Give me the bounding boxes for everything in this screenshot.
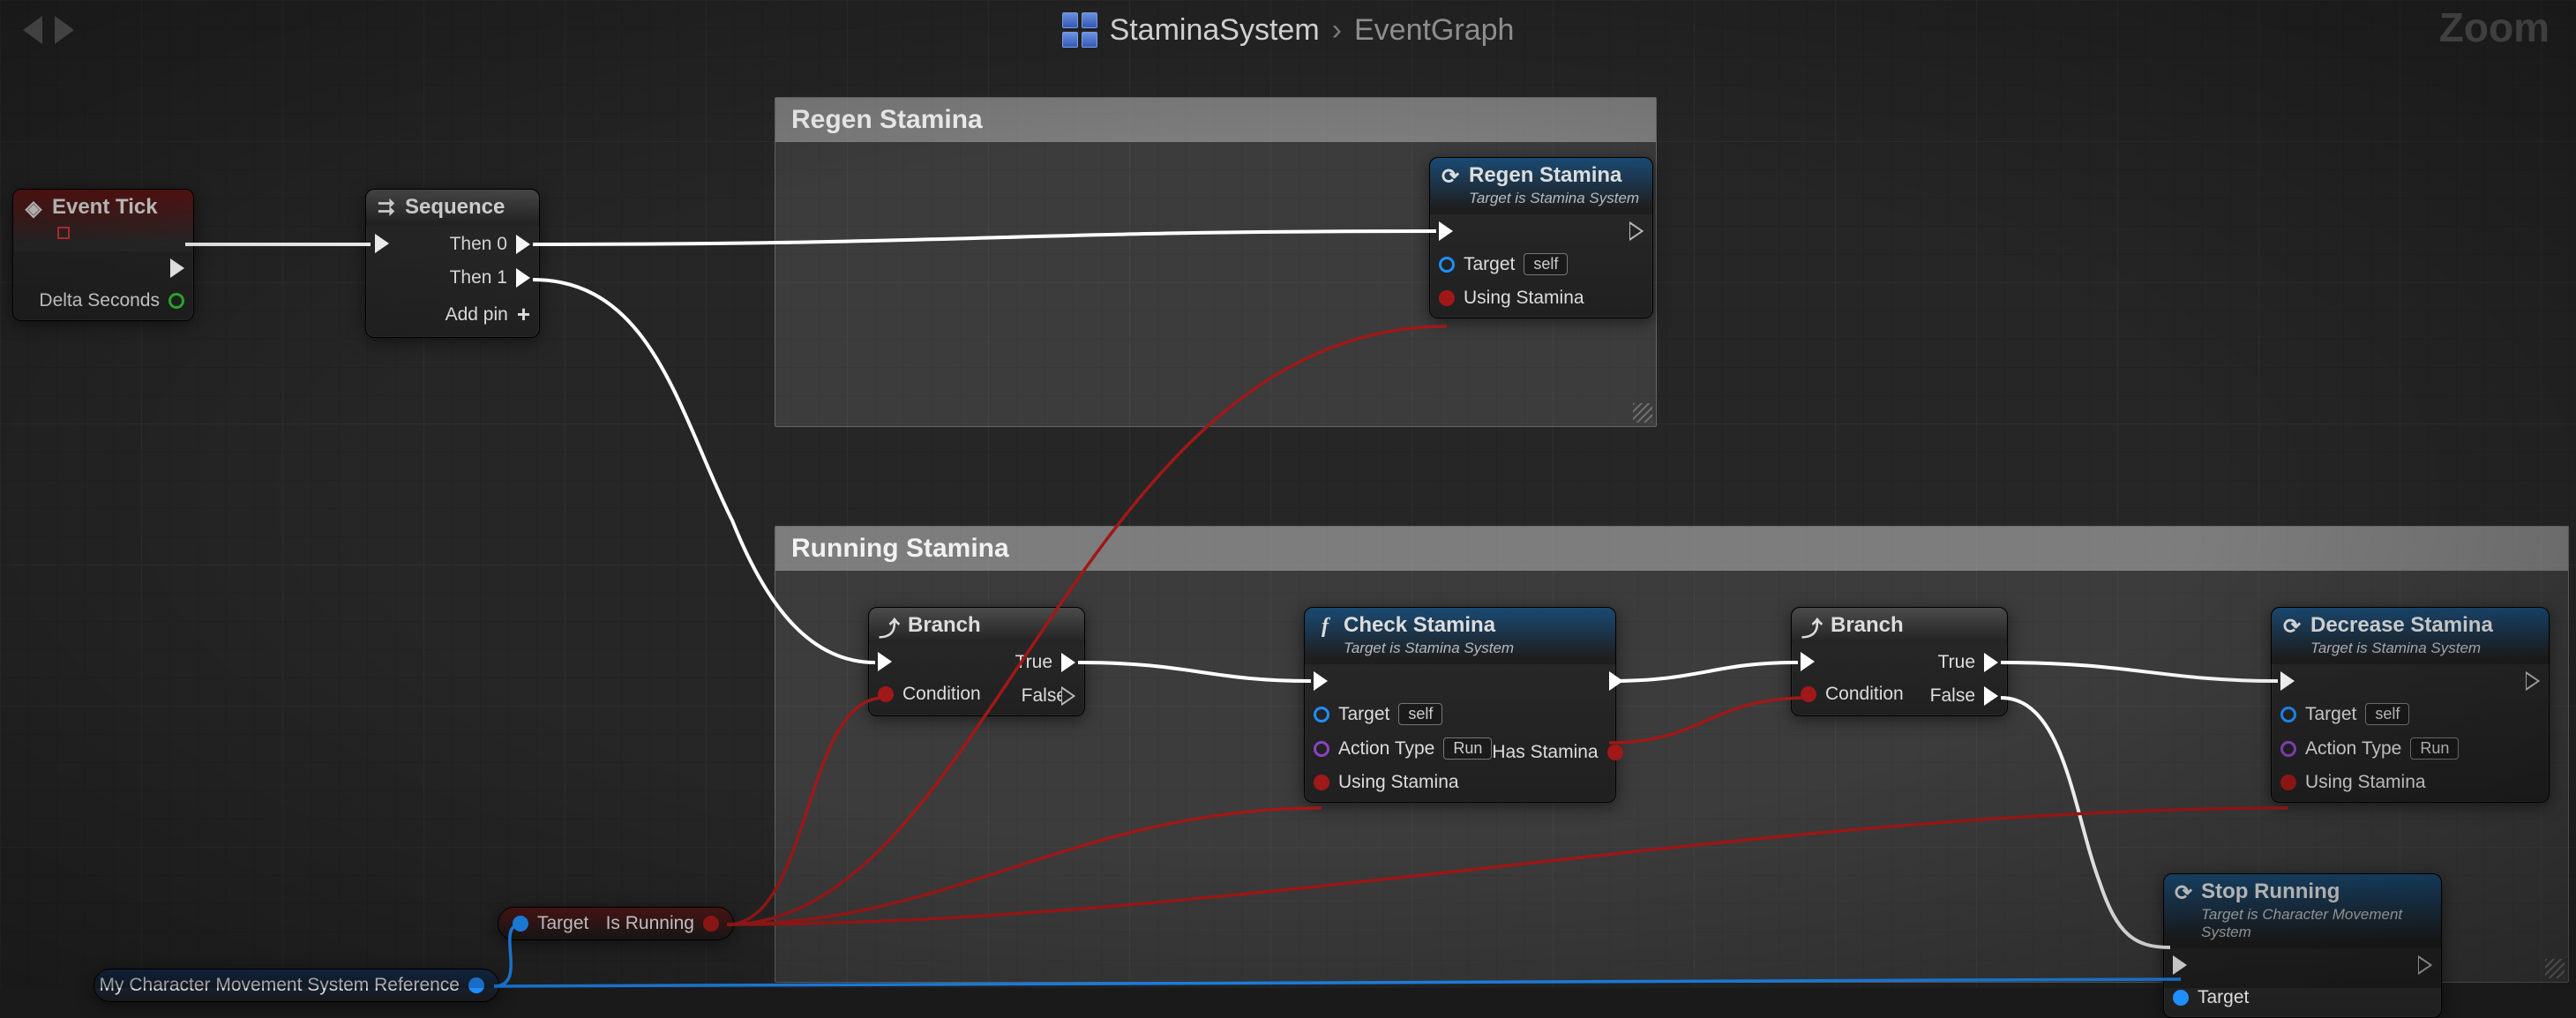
- input-pin-action-type[interactable]: Action TypeRun: [1314, 737, 1492, 760]
- input-pin-target[interactable]: Targetself: [1314, 703, 1442, 725]
- latent-icon: ⟳: [2282, 617, 2302, 636]
- output-pin-delta-seconds[interactable]: Delta Seconds: [39, 290, 184, 311]
- input-pin-target[interactable]: Targetself: [2280, 703, 2409, 725]
- function-icon: f: [1315, 617, 1335, 636]
- input-pin-condition[interactable]: Condition: [878, 684, 981, 705]
- input-pin-using-stamina[interactable]: Using Stamina: [2280, 772, 2426, 793]
- exec-in-pin[interactable]: [2280, 671, 2295, 691]
- node-regen-stamina[interactable]: ⟳ Regen Stamina Target is Stamina System…: [1429, 157, 1653, 318]
- node-stop-running[interactable]: ⟳ Stop Running Target is Character Movem…: [2163, 873, 2442, 1018]
- node-movement-ref-getter[interactable]: My Character Movement System Reference: [94, 969, 499, 1002]
- comment-title[interactable]: Running Stamina: [775, 527, 2568, 571]
- zoom-label: Zoom: [2439, 4, 2550, 51]
- output-pin-false[interactable]: False: [1022, 685, 1075, 707]
- node-branch-1[interactable]: ⤴ Branch Condition True False: [868, 607, 1085, 716]
- input-pin-using-stamina[interactable]: Using Stamina: [1439, 288, 1584, 309]
- latent-icon: ⟳: [1441, 167, 1460, 186]
- node-decrease-stamina[interactable]: ⟳ Decrease Stamina Target is Stamina Sys…: [2271, 607, 2550, 803]
- node-title: Branch: [908, 613, 981, 638]
- output-pin-true[interactable]: True: [1938, 652, 1998, 673]
- node-branch-2[interactable]: ⤴ Branch Condition True False: [1791, 607, 2008, 716]
- output-pin-then0[interactable]: Then 0: [450, 234, 530, 255]
- event-icon: ◈: [24, 198, 43, 218]
- input-pin-target[interactable]: Target: [2173, 987, 2249, 1008]
- breadcrumb: StaminaSystem › EventGraph: [0, 12, 2576, 48]
- input-pin-using-stamina[interactable]: Using Stamina: [1314, 772, 1459, 793]
- exec-in-pin[interactable]: [1439, 221, 1453, 241]
- comment-title[interactable]: Regen Stamina: [775, 98, 1656, 142]
- exec-in-pin[interactable]: [1314, 671, 1328, 691]
- node-title: Stop Running: [2201, 880, 2340, 903]
- exec-in-pin[interactable]: [375, 234, 389, 253]
- resize-grip-icon[interactable]: [2545, 959, 2565, 978]
- node-check-stamina[interactable]: f Check Stamina Target is Stamina System…: [1304, 607, 1616, 803]
- exec-in-pin[interactable]: [1801, 652, 1815, 671]
- node-subtitle: Target is Character Movement System: [2201, 906, 2429, 941]
- exec-in-pin[interactable]: [2173, 955, 2187, 975]
- output-pin-false[interactable]: False: [1930, 685, 1998, 707]
- branch-icon: ⤴: [1802, 617, 1822, 636]
- chevron-right-icon: ›: [1332, 13, 1342, 48]
- output-pin-has-stamina[interactable]: Has Stamina: [1492, 742, 1622, 763]
- node-title: Branch: [1831, 613, 1904, 638]
- exec-out-pin[interactable]: [1609, 671, 1623, 691]
- output-pin-then1[interactable]: Then 1: [450, 267, 530, 288]
- node-title: Check Stamina: [1344, 613, 1495, 637]
- blueprint-icon: [1062, 12, 1097, 48]
- node-is-running-getter[interactable]: Target Is Running: [498, 907, 734, 940]
- node-title: Event Tick: [52, 195, 158, 219]
- plus-icon: +: [517, 301, 530, 328]
- node-subtitle: Target is Stamina System: [1469, 190, 1639, 207]
- node-title: Decrease Stamina: [2310, 613, 2493, 637]
- node-sequence[interactable]: ⮆ Sequence Then 0 Then 1 Add pin+: [365, 189, 540, 338]
- sequence-icon: ⮆: [377, 198, 396, 218]
- breadcrumb-asset[interactable]: StaminaSystem: [1110, 13, 1320, 48]
- output-pin-true[interactable]: True: [1015, 652, 1075, 673]
- output-pin-is-running[interactable]: Is Running: [606, 913, 719, 934]
- replication-icon: [57, 227, 70, 239]
- latent-icon: ⟳: [2175, 883, 2192, 902]
- node-title: Regen Stamina: [1469, 163, 1621, 187]
- branch-icon: ⤴: [880, 617, 899, 636]
- node-title: Sequence: [405, 195, 505, 220]
- input-pin-target[interactable]: Target: [513, 913, 588, 934]
- breadcrumb-graph[interactable]: EventGraph: [1354, 13, 1514, 48]
- node-subtitle: Target is Stamina System: [1344, 640, 1514, 657]
- add-pin-button[interactable]: Add pin+: [446, 301, 530, 328]
- exec-out-pin[interactable]: [170, 258, 184, 278]
- output-pin-movement-ref[interactable]: My Character Movement System Reference: [100, 975, 484, 996]
- resize-grip-icon[interactable]: [1633, 403, 1652, 423]
- input-pin-target[interactable]: Targetself: [1439, 253, 1568, 275]
- exec-in-pin[interactable]: [878, 652, 892, 671]
- node-event-tick[interactable]: ◈ Event Tick Delta Seconds: [12, 189, 194, 321]
- input-pin-action-type[interactable]: Action TypeRun: [2280, 737, 2459, 760]
- node-subtitle: Target is Stamina System: [2310, 640, 2493, 657]
- input-pin-condition[interactable]: Condition: [1801, 684, 1904, 705]
